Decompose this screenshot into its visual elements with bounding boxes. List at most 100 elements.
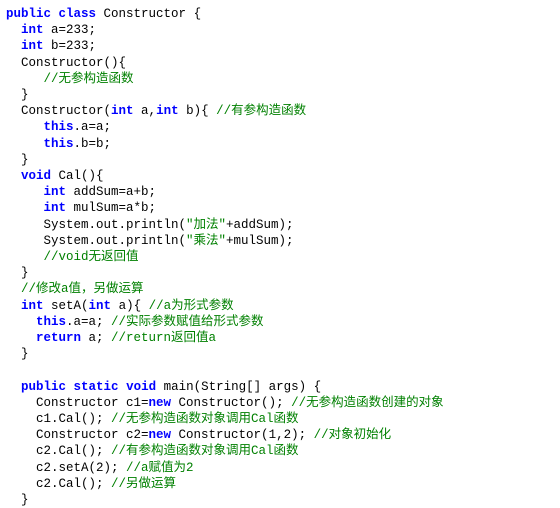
token: Constructor c1= <box>6 396 149 410</box>
code-line: c2.setA(2); //a赋值为2 <box>6 460 558 476</box>
token: Cal(){ <box>51 169 104 183</box>
token: mulSum=a*b; <box>66 201 156 215</box>
token <box>6 315 36 329</box>
token-kw: void <box>126 380 156 394</box>
token: Constructor(); <box>171 396 291 410</box>
token: c1.Cal(); <box>6 412 111 426</box>
code-line: int setA(int a){ //a为形式参数 <box>6 298 558 314</box>
code-line: } <box>6 152 558 168</box>
code-line: return a; //return返回值a <box>6 330 558 346</box>
code-line: Constructor(int a,int b){ //有参构造函数 <box>6 103 558 119</box>
code-line: Constructor c1=new Constructor(); //无参构造… <box>6 395 558 411</box>
token: Constructor( <box>6 104 111 118</box>
token: System.out.println( <box>6 218 186 232</box>
token-kw: return <box>36 331 81 345</box>
token: .a=a; <box>74 120 112 134</box>
token: setA( <box>44 299 89 313</box>
token-kw: int <box>111 104 134 118</box>
code-line: System.out.println("乘法"+mulSum); <box>6 233 558 249</box>
token <box>6 137 44 151</box>
code-line: int mulSum=a*b; <box>6 200 558 216</box>
code-line: this.b=b; <box>6 136 558 152</box>
token-str: "乘法" <box>186 234 226 248</box>
token <box>6 380 21 394</box>
token: Constructor { <box>96 7 201 21</box>
code-line: Constructor(){ <box>6 55 558 71</box>
code-line: c1.Cal(); //无参构造函数对象调用Cal函数 <box>6 411 558 427</box>
token: +addSum); <box>226 218 294 232</box>
token <box>6 201 44 215</box>
token-cm: //修改a值，另做运算 <box>21 282 144 296</box>
token: } <box>6 153 29 167</box>
token-kw: this <box>36 315 66 329</box>
code-line: this.a=a; <box>6 119 558 135</box>
token-cm: //无参构造函数对象调用Cal函数 <box>111 412 299 426</box>
code-line: c2.Cal(); //另做运算 <box>6 476 558 492</box>
token: a; <box>81 331 111 345</box>
token-kw: new <box>149 428 172 442</box>
token: c2.Cal(); <box>6 444 111 458</box>
code-line: int b=233; <box>6 38 558 54</box>
token: a=233; <box>44 23 97 37</box>
token-kw: public <box>21 380 66 394</box>
token-kw: class <box>59 7 97 21</box>
token-kw: int <box>44 185 67 199</box>
token <box>6 185 44 199</box>
token-cm: //实际参数赋值给形式参数 <box>111 315 264 329</box>
token-cm: //无参构造函数 <box>44 72 134 86</box>
token-kw: public <box>6 7 51 21</box>
token-str: "加法" <box>186 218 226 232</box>
token: } <box>6 493 29 507</box>
token <box>66 380 74 394</box>
token <box>51 7 59 21</box>
token: b=233; <box>44 39 97 53</box>
token: } <box>6 347 29 361</box>
token-cm: //a赋值为2 <box>126 461 194 475</box>
token: a){ <box>111 299 149 313</box>
token: Constructor c2= <box>6 428 149 442</box>
token <box>6 282 21 296</box>
code-block: public class Constructor { int a=233; in… <box>0 0 560 508</box>
code-line <box>6 362 558 378</box>
token <box>6 23 21 37</box>
token: } <box>6 88 29 102</box>
token-cm: //无参构造函数创建的对象 <box>291 396 444 410</box>
token <box>6 72 44 86</box>
code-line: } <box>6 265 558 281</box>
token <box>6 331 36 345</box>
token <box>6 169 21 183</box>
token-kw: this <box>44 120 74 134</box>
token: main(String[] args) { <box>156 380 321 394</box>
token-cm: //a为形式参数 <box>149 299 234 313</box>
token-kw: void <box>21 169 51 183</box>
code-line: System.out.println("加法"+addSum); <box>6 217 558 233</box>
token <box>6 120 44 134</box>
token <box>6 299 21 313</box>
token-kw: this <box>44 137 74 151</box>
token-kw: int <box>21 23 44 37</box>
token: c2.setA(2); <box>6 461 126 475</box>
token-kw: int <box>21 39 44 53</box>
token <box>119 380 127 394</box>
token <box>6 250 44 264</box>
code-line: void Cal(){ <box>6 168 558 184</box>
code-line: //void无返回值 <box>6 249 558 265</box>
code-line: //修改a值，另做运算 <box>6 281 558 297</box>
token: addSum=a+b; <box>66 185 156 199</box>
token: Constructor(1,2); <box>171 428 314 442</box>
token: .a=a; <box>66 315 111 329</box>
token-cm: //有参构造函数 <box>216 104 306 118</box>
token-kw: int <box>21 299 44 313</box>
code-line: Constructor c2=new Constructor(1,2); //对… <box>6 427 558 443</box>
token-cm: //return返回值a <box>111 331 216 345</box>
token: System.out.println( <box>6 234 186 248</box>
token: .b=b; <box>74 137 112 151</box>
token-kw: int <box>44 201 67 215</box>
code-line: this.a=a; //实际参数赋值给形式参数 <box>6 314 558 330</box>
token-cm: //void无返回值 <box>44 250 139 264</box>
token <box>6 39 21 53</box>
code-line: } <box>6 492 558 508</box>
code-line: c2.Cal(); //有参构造函数对象调用Cal函数 <box>6 443 558 459</box>
token: +mulSum); <box>226 234 294 248</box>
code-line: int addSum=a+b; <box>6 184 558 200</box>
